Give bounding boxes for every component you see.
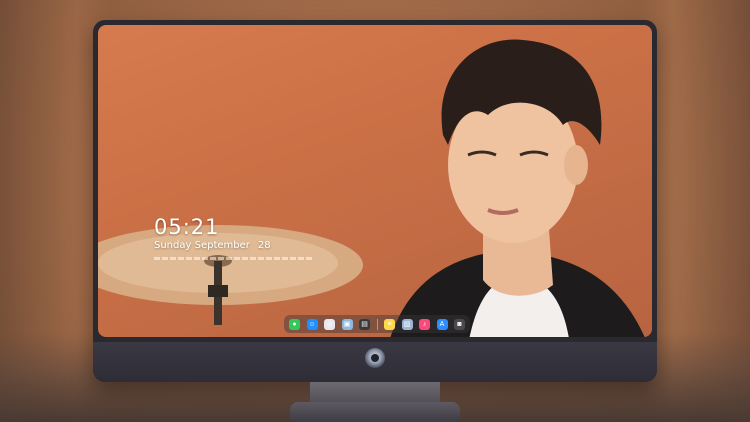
lock-screen-subtitle-line <box>154 257 314 260</box>
wallpaper-person-illustration <box>390 39 645 337</box>
brand-logo-icon <box>365 348 385 368</box>
safari-icon[interactable]: ◎ <box>324 318 335 330</box>
dock-separator <box>376 318 378 330</box>
preview-icon[interactable]: ▣ <box>341 318 353 330</box>
monitor: 05:21 Sunday September 28 ● ☺ ◎ ▣ ▤ ≡ ▨ ♪ A ◙ <box>93 20 657 382</box>
lock-screen-weekday-month: Sunday September <box>154 240 250 251</box>
monitor-stand-base <box>290 402 460 422</box>
photos-icon[interactable]: ▨ <box>401 318 413 330</box>
cymbal-illustration <box>98 225 363 325</box>
lock-screen-day: 28 <box>257 240 271 251</box>
camera-icon[interactable]: ◙ <box>454 318 465 330</box>
screen: 05:21 Sunday September 28 ● ☺ ◎ ▣ ▤ ≡ ▨ ♪ A ◙ <box>98 25 652 337</box>
app-store-icon[interactable]: A <box>436 318 448 330</box>
messages-icon[interactable]: ● <box>289 318 300 330</box>
lock-screen-date: Sunday September 28 <box>154 240 271 251</box>
dock: ● ☺ ◎ ▣ ▤ ≡ ▨ ♪ A ◙ <box>284 315 470 333</box>
lock-screen-time: 05:21 <box>154 215 220 239</box>
notes-icon[interactable]: ≡ <box>384 318 395 330</box>
finder-icon[interactable]: ☺ <box>306 318 318 330</box>
clapper-icon[interactable]: ▤ <box>359 318 370 330</box>
music-icon[interactable]: ♪ <box>419 318 430 330</box>
monitor-stand-neck <box>310 382 440 404</box>
